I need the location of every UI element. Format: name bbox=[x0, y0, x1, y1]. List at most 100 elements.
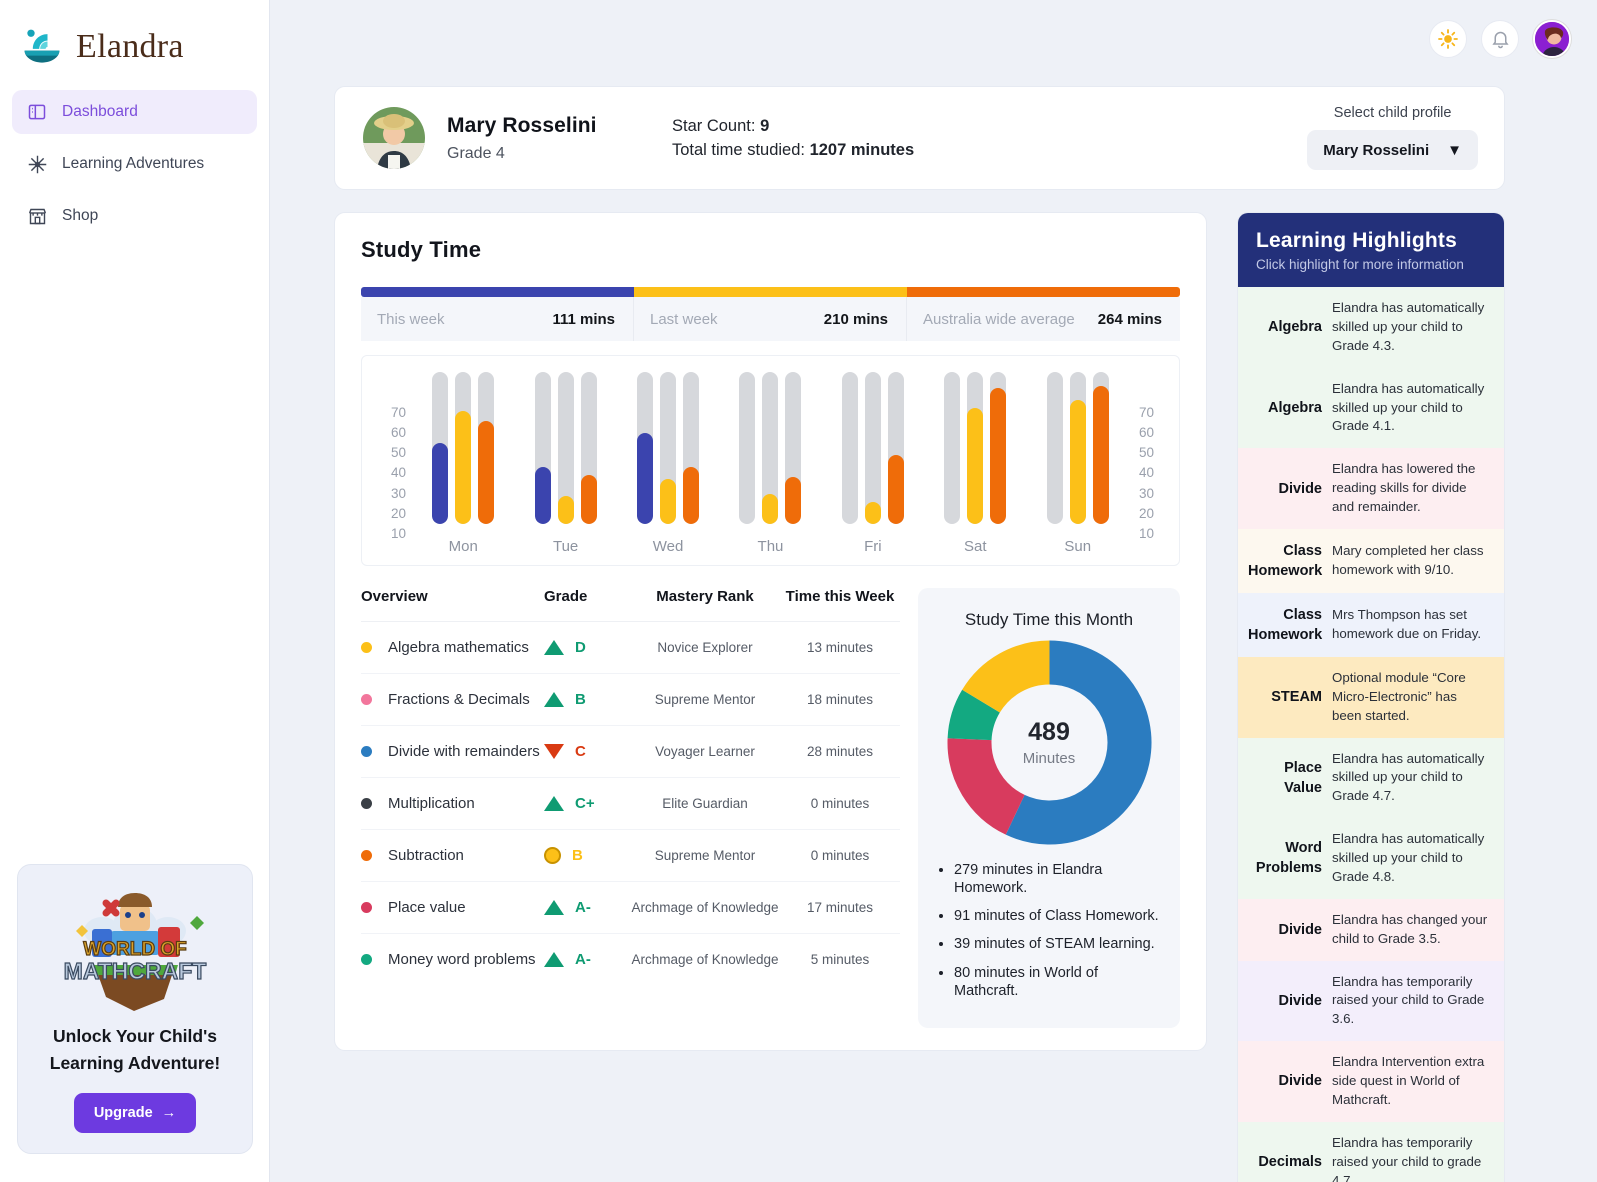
highlight-row[interactable]: Divide Elandra has changed your child to … bbox=[1238, 898, 1504, 961]
child-grade: Grade 4 bbox=[447, 144, 505, 162]
bar-track[interactable] bbox=[1046, 372, 1063, 524]
promo-title: Unlock Your Child's Learning Adventure! bbox=[49, 1025, 221, 1073]
highlight-row[interactable]: Class Homework Mrs Thompson has set homew… bbox=[1238, 592, 1504, 657]
bar-track[interactable] bbox=[660, 372, 677, 524]
bar-track[interactable] bbox=[864, 372, 881, 524]
cell-time: 28 minutes bbox=[780, 725, 900, 778]
cell-time: 17 minutes bbox=[780, 881, 900, 934]
bar-track[interactable] bbox=[739, 372, 756, 524]
table-row[interactable]: Algebra mathematics D Novice Explorer 13 mi… bbox=[361, 621, 900, 674]
strip-australia-average[interactable]: Australia wide average 264 mins bbox=[907, 287, 1180, 341]
y-tick-label: 60 bbox=[1139, 424, 1155, 440]
highlight-row[interactable]: Place Value Elandra has automatically ski… bbox=[1238, 737, 1504, 819]
donut-legend: 279 minutes in Elandra Homework. 91 minut… bbox=[940, 861, 1166, 1000]
bar-track[interactable] bbox=[990, 372, 1007, 524]
bar-group-bars bbox=[534, 372, 597, 524]
y-tick-label: 30 bbox=[1139, 485, 1155, 501]
subject-color-dot bbox=[361, 850, 372, 861]
sidebar-item-shop[interactable]: Shop bbox=[12, 194, 257, 238]
table-row[interactable]: Money word problems A- Archmage of Knowled… bbox=[361, 934, 900, 986]
bar-track[interactable] bbox=[967, 372, 984, 524]
bar-track[interactable] bbox=[580, 372, 597, 524]
highlight-row[interactable]: Algebra Elandra has automatically skilled… bbox=[1238, 287, 1504, 368]
child-avatar-icon bbox=[363, 107, 425, 169]
strip-this-week[interactable]: This week 111 mins bbox=[361, 287, 634, 341]
highlight-text: Elandra has automatically skilled up you… bbox=[1332, 300, 1485, 353]
notifications-button[interactable] bbox=[1481, 20, 1519, 58]
col-time-this-week: Time this Week bbox=[780, 588, 900, 622]
y-tick-label: 10 bbox=[1139, 526, 1155, 542]
strip-last-week[interactable]: Last week 210 mins bbox=[634, 287, 907, 341]
cell-grade: C+ bbox=[544, 777, 630, 830]
bar-track[interactable] bbox=[637, 372, 654, 524]
cell-grade: A- bbox=[544, 881, 630, 934]
sidebar-nav: Dashboard Learning Adventures Shop bbox=[0, 76, 269, 246]
sun-icon bbox=[1438, 29, 1458, 49]
bar-fill bbox=[864, 501, 881, 524]
highlight-tag: Algebra bbox=[1268, 319, 1322, 336]
table-row[interactable]: Fractions & Decimals B Supreme Mentor 18 mi… bbox=[361, 673, 900, 726]
x-tick-label: Fri bbox=[864, 538, 882, 555]
storefront-icon bbox=[26, 205, 48, 227]
table-row[interactable]: Subtraction B Supreme Mentor 0 minutes bbox=[361, 829, 900, 882]
arrow-right-icon: → bbox=[161, 1105, 177, 1121]
subject-label: Money word problems bbox=[388, 951, 536, 968]
sidebar-item-dashboard[interactable]: Dashboard bbox=[12, 90, 257, 134]
table-row[interactable]: Place value A- Archmage of Knowledge 17 min… bbox=[361, 881, 900, 934]
upgrade-button[interactable]: Upgrade → bbox=[73, 1093, 197, 1133]
highlight-row[interactable]: Class Homework Mary completed her class h… bbox=[1238, 528, 1504, 593]
bar-track[interactable] bbox=[841, 372, 858, 524]
donut-legend-item: 80 minutes in World of Mathcraft. bbox=[954, 964, 1166, 1000]
highlight-row[interactable]: Decimals Elandra has temporarily raised y… bbox=[1238, 1121, 1504, 1182]
highlight-tag: Place Value bbox=[1284, 759, 1322, 796]
bar-group-bars bbox=[637, 372, 700, 524]
bar-track[interactable] bbox=[534, 372, 551, 524]
bar-track[interactable] bbox=[762, 372, 779, 524]
highlights-title: Learning Highlights bbox=[1256, 229, 1457, 252]
main-area: Mary Rosselini Grade 4 Star Count: 9 Tot… bbox=[270, 0, 1597, 1182]
table-row[interactable]: Divide with remainders C Voyager Learner 28… bbox=[361, 725, 900, 778]
cell-time: 13 minutes bbox=[780, 621, 900, 674]
sidebar-item-learning-adventures[interactable]: Learning Adventures bbox=[12, 142, 257, 186]
bar-track[interactable] bbox=[1069, 372, 1086, 524]
child-profile-dropdown[interactable]: Mary Rosselini ▼ bbox=[1307, 130, 1478, 170]
study-time-title: Study Time bbox=[361, 237, 482, 262]
x-tick-label: Wed bbox=[652, 538, 684, 555]
cell-mastery-rank: Novice Explorer bbox=[630, 621, 780, 674]
bar-track[interactable] bbox=[1092, 372, 1109, 524]
cell-subject: Place value bbox=[361, 881, 544, 934]
table-row[interactable]: Multiplication C+ Elite Guardian 0 minutes bbox=[361, 777, 900, 830]
bar-track[interactable] bbox=[683, 372, 700, 524]
bar-track[interactable] bbox=[557, 372, 574, 524]
bar-track[interactable] bbox=[478, 372, 495, 524]
sidebar-item-label: Shop bbox=[62, 207, 99, 224]
x-tick-label: Sat bbox=[964, 538, 987, 555]
sidebar-item-label: Learning Adventures bbox=[62, 155, 205, 172]
theme-toggle-button[interactable] bbox=[1429, 20, 1467, 58]
bar-track[interactable] bbox=[432, 372, 449, 524]
avatar[interactable] bbox=[1533, 20, 1571, 58]
cell-grade: B bbox=[544, 829, 630, 882]
highlight-row[interactable]: Divide Elandra Intervention extra side qu… bbox=[1238, 1041, 1504, 1122]
highlights-subtitle: Click highlight for more information bbox=[1256, 257, 1464, 272]
donut-total-value: 489 bbox=[1028, 718, 1070, 746]
highlight-tag: Algebra bbox=[1268, 399, 1322, 416]
overview-table: Overview Grade Mastery Rank Time this We… bbox=[361, 588, 900, 985]
highlight-row[interactable]: Word Problems Elandra has automatically s… bbox=[1238, 818, 1504, 899]
strip-color-bar bbox=[907, 287, 1180, 297]
cell-subject: Fractions & Decimals bbox=[361, 673, 544, 726]
star-count-row: Star Count: 9 bbox=[672, 117, 914, 136]
bar-track[interactable] bbox=[785, 372, 802, 524]
dashboard-panel-icon bbox=[26, 101, 48, 123]
donut-center: 489 Minutes bbox=[947, 640, 1152, 845]
highlight-row[interactable]: Algebra Elandra has automatically skilled… bbox=[1238, 367, 1504, 449]
highlight-row[interactable]: STEAM Optional module “Core Micro-Electro… bbox=[1238, 656, 1504, 738]
grade-letter: A- bbox=[575, 899, 591, 916]
bar-track[interactable] bbox=[944, 372, 961, 524]
bar-track[interactable] bbox=[455, 372, 472, 524]
bar-track[interactable] bbox=[887, 372, 904, 524]
highlight-row[interactable]: Divide Elandra has lowered the reading sk… bbox=[1238, 448, 1504, 529]
donut-legend-item: 39 minutes of STEAM learning. bbox=[954, 935, 1166, 953]
total-time-value: 1207 minutes bbox=[809, 140, 915, 159]
highlight-row[interactable]: Divide Elandra has temporarily raised you… bbox=[1238, 960, 1504, 1042]
